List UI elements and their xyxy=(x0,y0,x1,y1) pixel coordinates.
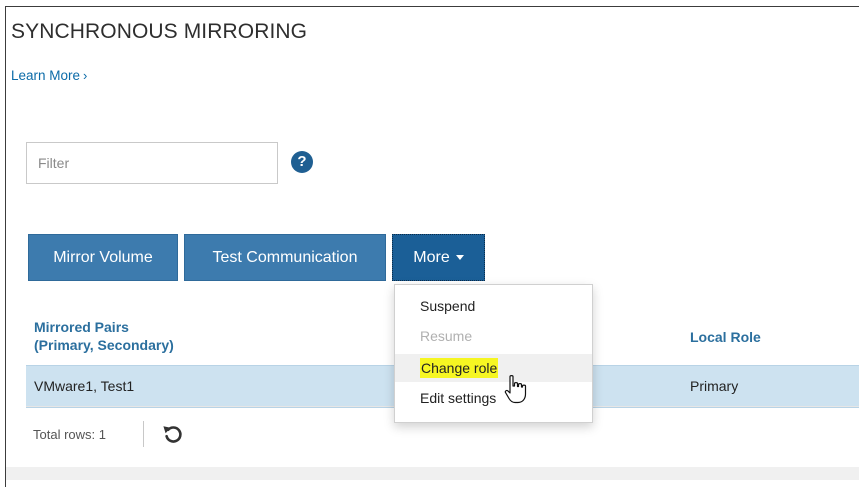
cell-mirrored-pairs: VMware1, Test1 xyxy=(34,378,135,394)
bottom-band xyxy=(6,467,859,480)
learn-more-link[interactable]: Learn More › xyxy=(11,68,87,83)
page-title: SYNCHRONOUS MIRRORING xyxy=(11,20,308,43)
filter-input[interactable] xyxy=(26,142,278,184)
column-header-local-role[interactable]: Local Role xyxy=(690,328,761,346)
column-header-mirrored-pairs-line1: Mirrored Pairs xyxy=(34,319,129,335)
menu-item-change-role[interactable]: Change role xyxy=(395,354,592,382)
more-dropdown-menu: Suspend Resume Change role Edit settings xyxy=(394,284,593,423)
test-communication-button[interactable]: Test Communication xyxy=(184,234,386,281)
menu-item-resume: Resume xyxy=(420,328,473,344)
mirror-volume-button[interactable]: Mirror Volume xyxy=(28,234,178,281)
column-header-mirrored-pairs[interactable]: Mirrored Pairs (Primary, Secondary) xyxy=(34,318,174,354)
total-rows-label: Total rows: 1 xyxy=(33,427,106,442)
menu-item-edit-settings[interactable]: Edit settings xyxy=(395,384,592,412)
cell-local-role: Primary xyxy=(690,378,739,394)
help-icon[interactable]: ? xyxy=(291,151,313,173)
more-button-label: More xyxy=(413,248,450,266)
menu-item-suspend[interactable]: Suspend xyxy=(395,292,592,320)
learn-more-label: Learn More xyxy=(11,68,81,83)
caret-down-icon xyxy=(455,255,464,260)
refresh-icon[interactable] xyxy=(160,421,186,447)
more-button[interactable]: More xyxy=(392,234,485,281)
menu-item-change-role-label: Change role xyxy=(420,358,499,378)
chevron-right-icon: › xyxy=(83,68,88,83)
footer-divider xyxy=(143,421,144,447)
column-header-mirrored-pairs-line2: (Primary, Secondary) xyxy=(34,337,174,353)
